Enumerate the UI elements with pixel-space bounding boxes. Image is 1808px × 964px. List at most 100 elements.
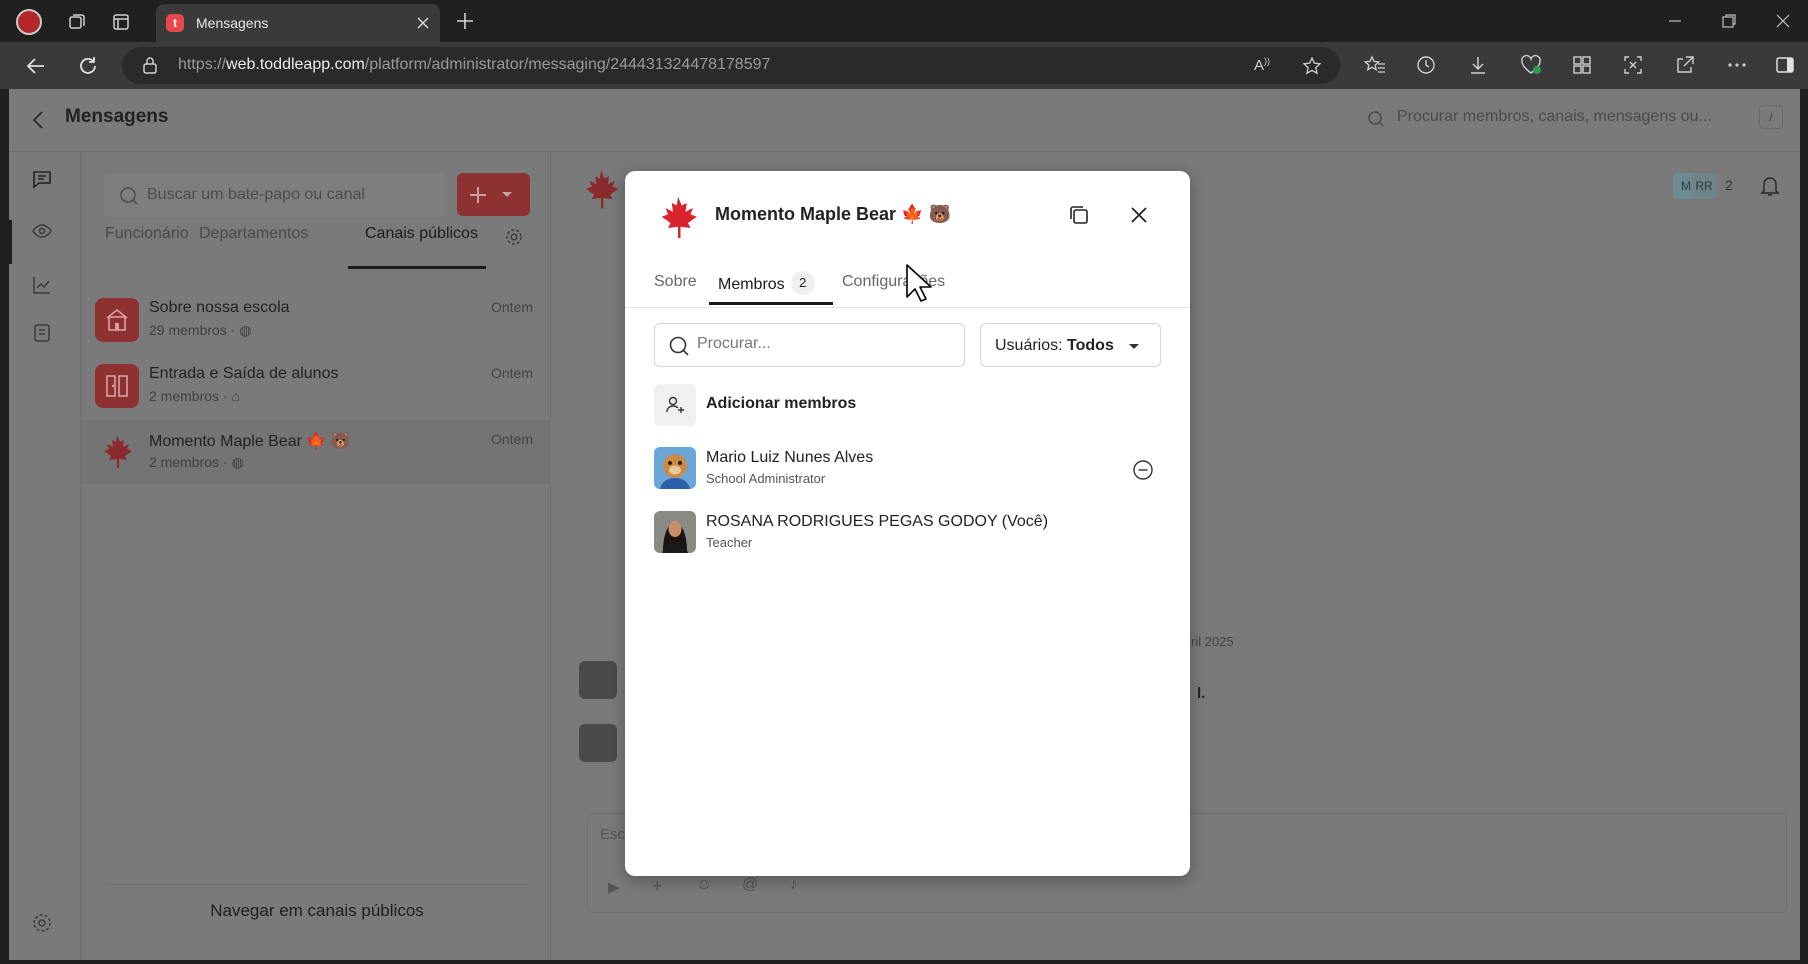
tab-actions-icon[interactable]	[108, 9, 134, 35]
address-bar[interactable]: https://web.toddleapp.com/platform/admin…	[122, 47, 1340, 84]
channel-item[interactable]: Sobre nossa escola 29 membros · ◍ Ontem	[81, 288, 551, 352]
lock-icon[interactable]	[142, 56, 158, 74]
emoji-icon[interactable]: ☺	[696, 876, 712, 894]
back-icon[interactable]	[24, 54, 48, 78]
new-chat-button[interactable]	[457, 173, 530, 216]
avatar	[654, 447, 696, 489]
member-search-input[interactable]	[697, 335, 947, 353]
mouse-cursor-icon	[905, 263, 933, 303]
settings-gear-icon[interactable]	[31, 912, 53, 934]
tab-sobre[interactable]: Sobre	[654, 273, 697, 291]
favorites-icon[interactable]	[1364, 54, 1386, 76]
browse-public-channels-label: Navegar em canais públicos	[210, 901, 424, 920]
eye-icon[interactable]	[31, 220, 53, 242]
add-members-button[interactable]: Adicionar membros	[654, 384, 1161, 426]
share-icon[interactable]	[1674, 54, 1696, 76]
url-host: web.toddleapp.com	[226, 56, 365, 73]
rail-active-indicator	[9, 220, 12, 264]
channel-time: Ontem	[490, 431, 533, 447]
channel-members: 2 membros · ⌂	[149, 388, 240, 404]
date-divider: ril 2025	[1191, 634, 1234, 649]
member-role: School Administrator	[706, 471, 826, 486]
workspaces-icon[interactable]	[64, 9, 90, 35]
channel-item-selected[interactable]: Momento Maple Bear 🍁 🐻 2 membros · ◍ Ont…	[81, 420, 551, 484]
tab-title: Mensagens	[196, 15, 269, 31]
reload-icon[interactable]	[76, 54, 100, 78]
member-role: Teacher	[706, 535, 753, 550]
tab-canais-publicos[interactable]: Canais públicos	[365, 225, 478, 243]
notification-bell-icon[interactable]	[1759, 174, 1781, 198]
close-window-icon[interactable]	[1774, 12, 1792, 30]
browser-tab[interactable]: t Mensagens	[156, 4, 440, 42]
history-icon[interactable]	[1415, 54, 1437, 76]
read-aloud-icon[interactable]: A))	[1254, 56, 1270, 74]
member-name: ROSANA RODRIGUES PEGAS GODOY (Você)	[706, 513, 1049, 530]
close-icon[interactable]	[1129, 205, 1149, 225]
chat-icon[interactable]	[31, 168, 53, 190]
global-search-input[interactable]: Procurar membros, canais, mensagens ou..…	[1397, 108, 1712, 126]
collapse-chevron-icon[interactable]: ‹	[1755, 956, 1760, 960]
user-filter-dropdown[interactable]: Usuários: Todos	[980, 323, 1161, 367]
entry-exit-channel-avatar	[95, 364, 139, 408]
channel-settings-gear-icon[interactable]	[504, 227, 524, 247]
nav-rail	[9, 152, 81, 960]
user-filter-label: Usuários: Todos	[995, 337, 1114, 354]
back-arrow-icon[interactable]	[31, 109, 45, 131]
attach-plus-icon[interactable]: +	[652, 876, 663, 897]
sidebar-toggle-icon[interactable]	[1774, 54, 1796, 76]
microphone-icon[interactable]: ♪	[790, 876, 798, 893]
globe-icon: ◍	[239, 322, 252, 338]
mention-icon[interactable]: @	[742, 876, 758, 894]
member-row: Mario Luiz Nunes Alves School Administra…	[654, 447, 1161, 489]
favorite-star-icon[interactable]	[1302, 56, 1322, 76]
profile-avatar-icon[interactable]	[16, 9, 42, 35]
browser-toolbar: https://web.toddleapp.com/platform/admin…	[0, 42, 1808, 89]
browser-essentials-icon[interactable]	[1519, 54, 1543, 76]
close-tab-icon[interactable]	[416, 16, 430, 30]
school-channel-avatar	[95, 298, 139, 342]
tab-departamentos[interactable]: Departamentos	[199, 225, 308, 243]
message-avatar	[579, 661, 617, 699]
lock-icon: ⌂	[231, 388, 240, 404]
screenshot-icon[interactable]	[1622, 54, 1644, 76]
tabs-divider	[625, 307, 1190, 308]
channel-name: Momento Maple Bear 🍁 🐻	[149, 433, 351, 450]
notes-icon[interactable]	[31, 322, 53, 344]
url-text: https://web.toddleapp.com/platform/admin…	[178, 56, 771, 73]
search-icon	[668, 335, 690, 357]
message-avatar	[579, 724, 617, 762]
restore-icon[interactable]	[1720, 12, 1738, 30]
avatar	[654, 511, 696, 553]
downloads-icon[interactable]	[1467, 54, 1489, 76]
active-tab-underline	[348, 266, 486, 269]
message-text: l.	[1197, 685, 1206, 702]
more-options-icon[interactable]	[1726, 54, 1748, 76]
browse-public-channels-button[interactable]: Navegar em canais públicos	[105, 884, 529, 936]
members-count-badge: 2	[790, 271, 815, 295]
chat-search-input[interactable]: Buscar um bate-papo ou canal	[105, 173, 445, 217]
member-name: Mario Luiz Nunes Alves	[706, 449, 874, 466]
channel-members: 2 membros · ◍	[149, 454, 244, 470]
channel-time: Ontem	[490, 299, 533, 315]
remove-member-icon[interactable]	[1132, 459, 1154, 481]
member-row: ROSANA RODRIGUES PEGAS GODOY (Você) Teac…	[654, 511, 1161, 553]
tab-funcionario[interactable]: Funcionário	[105, 225, 189, 243]
minimize-icon[interactable]	[1666, 12, 1684, 30]
maple-leaf-icon	[578, 167, 624, 213]
extensions-icon[interactable]	[1571, 54, 1593, 76]
new-tab-icon[interactable]	[454, 10, 476, 32]
send-icon[interactable]: ▶	[608, 878, 620, 896]
copy-icon[interactable]	[1068, 204, 1090, 226]
analytics-icon[interactable]	[31, 274, 53, 296]
add-user-icon	[654, 384, 696, 426]
caret-down-icon	[1128, 343, 1140, 350]
maple-leaf-icon	[95, 430, 139, 474]
tab-membros[interactable]: Membros 2	[718, 271, 815, 297]
chat-search-placeholder: Buscar um bate-papo ou canal	[147, 186, 365, 203]
channel-item[interactable]: Entrada e Saída de alunos 2 membros · ⌂ …	[81, 354, 551, 418]
member-avatar: RR	[1691, 173, 1717, 199]
plus-icon	[467, 184, 489, 206]
modal-title: Momento Maple Bear 🍁 🐻	[715, 204, 951, 224]
member-search-field[interactable]	[654, 323, 965, 367]
member-count: 2	[1725, 177, 1733, 193]
